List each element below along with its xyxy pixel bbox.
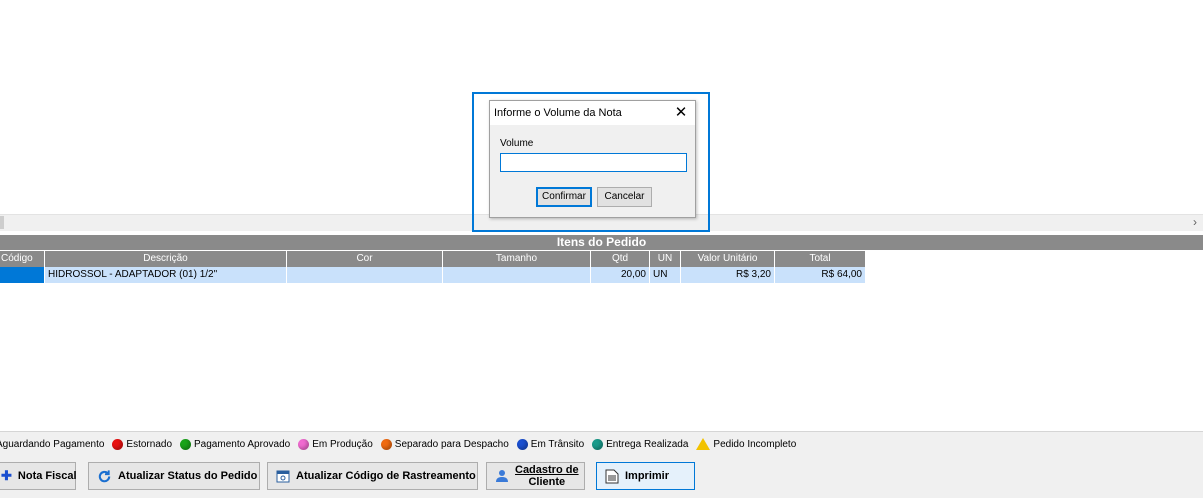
calendar-icon (276, 469, 290, 483)
close-icon[interactable]: ✕ (673, 101, 689, 125)
column-header-codigo[interactable]: Código (0, 251, 45, 267)
confirm-button[interactable]: Confirmar (536, 187, 592, 207)
cell-codigo[interactable] (0, 267, 45, 283)
orange-dot-icon (380, 438, 392, 450)
cadastro-cliente-line2: Cliente (528, 476, 566, 488)
cell-valor-unitario[interactable]: R$ 3,20 (681, 267, 775, 283)
cell-qtd[interactable]: 20,00 (591, 267, 650, 283)
volume-dialog: Informe o Volume da Nota ✕ Volume Confir… (489, 100, 696, 218)
column-header-valor-unitario[interactable]: Valor Unitário (681, 251, 775, 267)
legend-label: Estornado (126, 438, 173, 450)
warning-icon (696, 438, 711, 450)
cell-descricao[interactable]: HIDROSSOL - ADAPTADOR (01) 1/2" (45, 267, 287, 283)
items-section-title: Itens do Pedido (0, 235, 1203, 250)
cadastro-cliente-line1: Cadastro de (515, 464, 579, 476)
legend-label: Em Trânsito (530, 438, 585, 450)
dialog-titlebar[interactable]: Informe o Volume da Nota ✕ (490, 101, 695, 125)
volume-input[interactable] (500, 153, 687, 172)
action-toolbar: ✚ Nota Fiscal Atualizar Status do Pedido… (0, 456, 1203, 498)
legend-em-producao: Em Produção (298, 438, 373, 450)
red-dot-icon (112, 438, 124, 450)
cell-cor[interactable] (287, 267, 443, 283)
cadastro-cliente-text: Cadastro de Cliente (515, 464, 579, 488)
atualizar-status-button[interactable]: Atualizar Status do Pedido (88, 462, 260, 490)
status-legend: Aguardando Pagamento Estornado Pagamento… (0, 431, 1203, 456)
refresh-icon (97, 469, 112, 484)
document-icon (605, 469, 619, 484)
imprimir-label: Imprimir (625, 470, 670, 482)
legend-entrega-realizada: Entrega Realizada (592, 438, 689, 450)
legend-label: Entrega Realizada (606, 438, 689, 450)
legend-pedido-incompleto: Pedido Incompleto (696, 438, 796, 450)
legend-label: Pagamento Aprovado (194, 438, 291, 450)
imprimir-button[interactable]: Imprimir (596, 462, 695, 490)
atualizar-codigo-label: Atualizar Código de Rastreamento (296, 470, 476, 482)
dialog-title: Informe o Volume da Nota (494, 107, 622, 119)
column-header-qtd[interactable]: Qtd (591, 251, 650, 267)
column-header-total[interactable]: Total (775, 251, 866, 267)
teal-dot-icon (592, 438, 604, 450)
cell-total[interactable]: R$ 64,00 (775, 267, 866, 283)
column-header-tamanho[interactable]: Tamanho (443, 251, 591, 267)
legend-label: Aguardando Pagamento (0, 438, 105, 450)
cell-tamanho[interactable] (443, 267, 591, 283)
legend-label: Em Produção (312, 438, 373, 450)
cancel-button[interactable]: Cancelar (597, 187, 652, 207)
cadastro-cliente-button[interactable]: Cadastro de Cliente (486, 462, 585, 490)
atualizar-codigo-rastreamento-button[interactable]: Atualizar Código de Rastreamento (267, 462, 478, 490)
volume-label: Volume (500, 138, 534, 149)
green-dot-icon (180, 438, 192, 450)
legend-separado-para-despacho: Separado para Despacho (380, 438, 509, 450)
legend-label: Separado para Despacho (394, 438, 509, 450)
grid-header-row: Código Descrição Cor Tamanho Qtd UN Valo… (0, 251, 866, 267)
items-grid: Código Descrição Cor Tamanho Qtd UN Valo… (0, 251, 866, 283)
atualizar-status-label: Atualizar Status do Pedido (118, 470, 258, 482)
scrollbar-thumb[interactable] (0, 216, 4, 229)
legend-label: Pedido Incompleto (713, 438, 797, 450)
column-header-cor[interactable]: Cor (287, 251, 443, 267)
legend-aguardando-pagamento: Aguardando Pagamento (0, 439, 104, 450)
legend-pagamento-aprovado: Pagamento Aprovado (180, 438, 291, 450)
legend-estornado: Estornado (112, 438, 173, 450)
pink-dot-icon (298, 438, 310, 450)
column-header-un[interactable]: UN (650, 251, 681, 267)
table-row[interactable]: HIDROSSOL - ADAPTADOR (01) 1/2" 20,00 UN… (0, 267, 866, 283)
plus-icon: ✚ (1, 468, 12, 483)
cell-un[interactable]: UN (650, 267, 681, 283)
user-icon (495, 469, 509, 483)
nota-fiscal-button[interactable]: ✚ Nota Fiscal (0, 462, 77, 490)
nota-fiscal-label: Nota Fiscal (17, 470, 77, 482)
legend-em-transito: Em Trânsito (516, 438, 585, 450)
blue-dot-icon (516, 438, 528, 450)
scroll-right-icon[interactable]: › (1193, 215, 1197, 230)
column-header-descricao[interactable]: Descrição (45, 251, 287, 267)
